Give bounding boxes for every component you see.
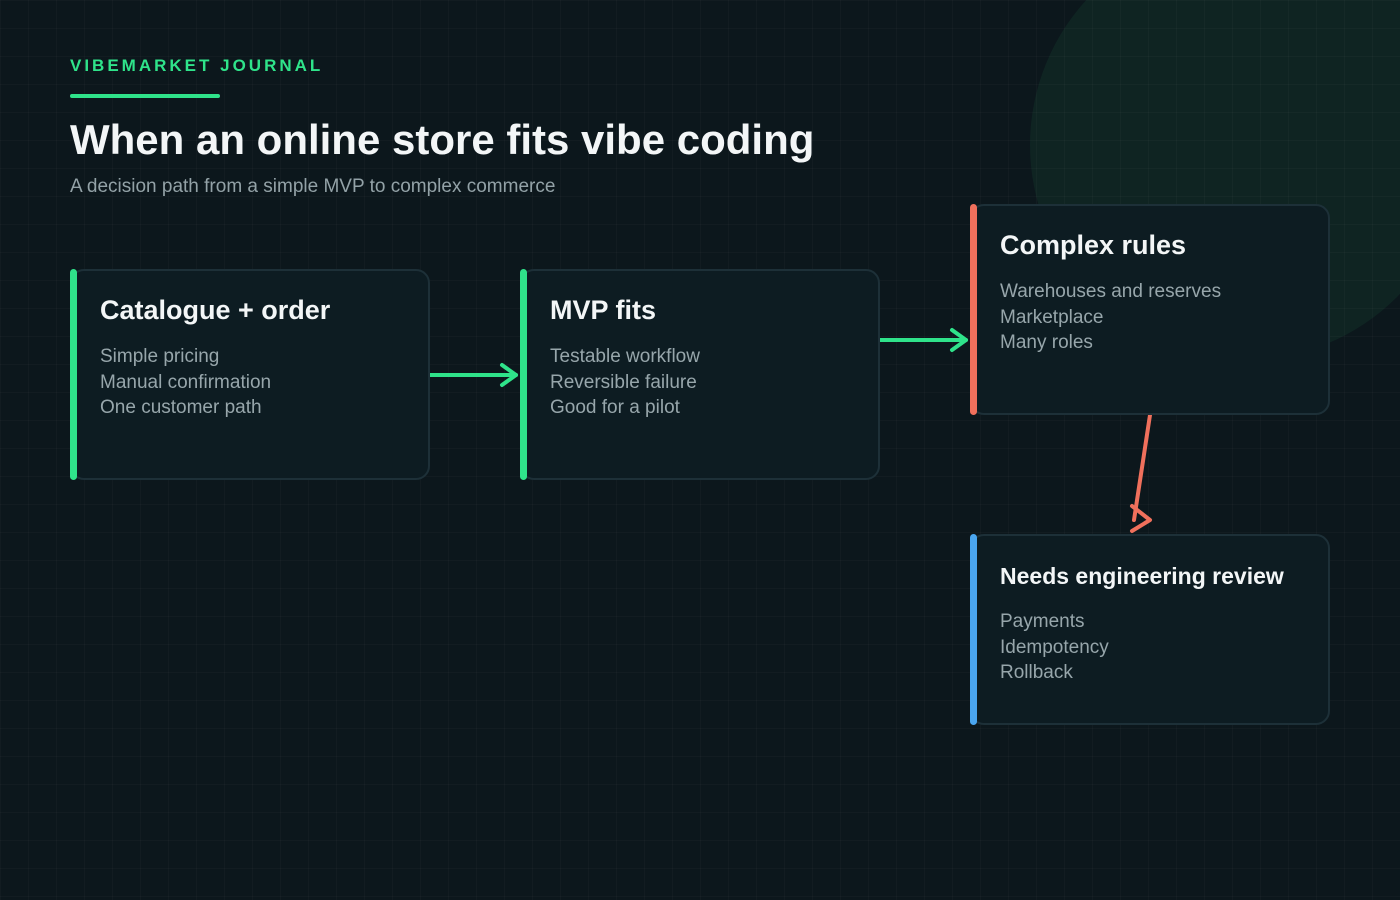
card-title: Complex rules	[1000, 230, 1187, 260]
card-item: Many roles	[1000, 332, 1093, 354]
card-catalogue-order: Catalogue + order Simple pricing Manual …	[70, 269, 430, 480]
card-items: Warehouses and reserves Marketplace Many…	[1000, 279, 1221, 356]
card-needs-engineering-review: Needs engineering review Payments Idempo…	[970, 534, 1330, 725]
arrow-mvp-to-complex	[876, 328, 968, 352]
card-mvp-fits: MVP fits Testable workflow Reversible fa…	[520, 269, 880, 480]
card-item: Idempotency	[1000, 636, 1109, 658]
card-items: Simple pricing Manual confirmation One c…	[100, 344, 271, 421]
card-item: Marketplace	[1000, 306, 1104, 328]
card-complex-rules: Complex rules Warehouses and reserves Ma…	[970, 204, 1330, 415]
arrow-catalogue-to-mvp	[426, 363, 518, 387]
card-items: Payments Idempotency Rollback	[1000, 609, 1109, 686]
card-title: Needs engineering review	[1000, 563, 1284, 589]
card-item: Payments	[1000, 611, 1085, 632]
card-title: MVP fits	[550, 295, 657, 325]
card-accent-bar	[970, 204, 977, 415]
card-title: Catalogue + order	[100, 295, 331, 325]
card-accent-bar	[520, 269, 527, 480]
card-item: Good for a pilot	[550, 397, 680, 419]
card-accent-bar	[970, 534, 977, 725]
card-items: Testable workflow Reversible failure Goo…	[550, 344, 700, 421]
card-item: Warehouses and reserves	[1000, 281, 1222, 302]
card-accent-bar	[70, 269, 77, 480]
card-item: Testable workflow	[550, 346, 700, 367]
card-item: Rollback	[1000, 662, 1073, 684]
card-item: Manual confirmation	[100, 371, 272, 393]
arrow-complex-to-review	[1130, 413, 1152, 533]
card-item: One customer path	[100, 397, 262, 419]
card-item: Simple pricing	[100, 346, 220, 367]
card-item: Reversible failure	[550, 371, 697, 393]
